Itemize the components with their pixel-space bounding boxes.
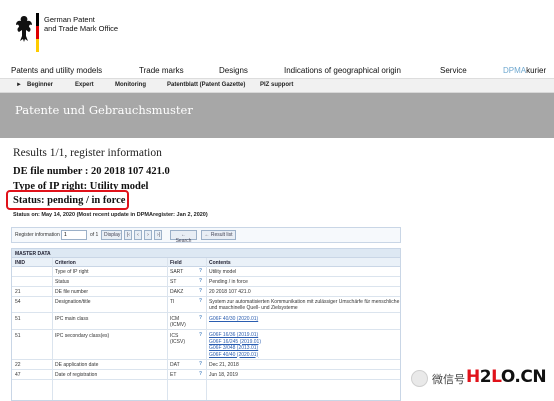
site-header: German Patent and Trade Mark Office	[0, 0, 554, 62]
ipc-secondary-class-link[interactable]: G06F 40/40 (2020.01)	[209, 352, 258, 359]
watermark-logo-tail: O.CN	[500, 367, 547, 387]
master-data-table: MASTER DATA INID Criterion Field Content…	[11, 248, 401, 401]
column-header-criterion: Criterion	[55, 260, 76, 266]
register-toolbar: Register information of 1 Display |‹ ‹ ›…	[11, 227, 401, 244]
status-highlight-box	[6, 190, 129, 210]
row-criterion: Date of registration	[55, 372, 98, 378]
column-header-contents: Contents	[209, 260, 231, 266]
help-icon[interactable]: ?	[199, 288, 202, 295]
row-contents: Dec 21, 2018	[209, 362, 239, 368]
row-inid: 51	[15, 316, 21, 322]
column-header-inid: INID	[15, 260, 25, 266]
row-field: TI	[170, 299, 175, 305]
main-navigation: Patents and utility models Trade marks D…	[0, 62, 554, 79]
column-divider	[206, 258, 207, 400]
row-field: DAT	[170, 362, 180, 368]
row-inid: 47	[15, 372, 21, 378]
row-field-version: (ICMV)	[170, 322, 186, 328]
display-button[interactable]: Display	[101, 230, 122, 240]
nav-dpmakurier[interactable]: DPMAkurier	[503, 66, 546, 75]
previous-page-button[interactable]: ‹	[134, 230, 142, 240]
subnav-patentblatt[interactable]: Patentblatt (Patent Gazette)	[167, 82, 245, 88]
column-divider	[167, 258, 168, 400]
row-criterion: Type of IP right	[55, 269, 89, 275]
help-icon[interactable]: ?	[199, 371, 202, 378]
row-criterion: DE application date	[55, 362, 99, 368]
row-inid: 51	[15, 333, 21, 339]
active-arrow-icon: ►	[16, 82, 22, 88]
office-name[interactable]: German Patent and Trade Mark Office	[44, 15, 164, 33]
sub-navigation: ► Beginner Expert Monitoring Patentblatt…	[0, 79, 554, 93]
row-contents-line2: und maschinelle Quell- und Zielsysteme	[209, 305, 298, 311]
results-title: Results 1/1, register information	[13, 147, 162, 159]
row-contents: Jun 18, 2019	[209, 372, 238, 378]
watermark: 微信号 H2LO.CN	[408, 363, 554, 393]
page-number-input[interactable]	[61, 230, 87, 240]
subnav-beginner[interactable]: Beginner	[27, 82, 53, 88]
row-contents: Pending / in force	[209, 279, 248, 285]
row-criterion: DE file number	[55, 289, 89, 295]
last-page-button[interactable]: ›|	[154, 230, 162, 240]
page-banner: Patente und Gebrauchsmuster	[0, 93, 554, 138]
row-inid: 22	[15, 362, 21, 368]
page-count-label: of 1	[90, 232, 99, 238]
row-contents: Utility model	[209, 269, 237, 275]
wechat-icon	[411, 370, 428, 387]
back-to-result-list-button[interactable]: ← Result list	[201, 230, 236, 240]
nav-service[interactable]: Service	[440, 66, 467, 75]
register-information-label: Register information	[15, 232, 60, 238]
watermark-logo-l: L	[491, 367, 501, 387]
master-data-heading: MASTER DATA	[12, 249, 400, 258]
watermark-logo-h: H	[466, 367, 480, 387]
dpmakurier-suffix: kurier	[526, 66, 547, 75]
row-field: SART	[170, 269, 184, 275]
subnav-piz-support[interactable]: PIZ support	[260, 82, 293, 88]
subnav-expert[interactable]: Expert	[75, 82, 94, 88]
nav-trade-marks[interactable]: Trade marks	[139, 66, 184, 75]
ipc-main-class-link[interactable]: G06F 40/30 (2020.01)	[209, 316, 258, 323]
office-name-line2: and Trade Mark Office	[44, 24, 119, 33]
row-criterion: IPC main class	[55, 316, 89, 322]
row-field-version: (ICSV)	[170, 339, 185, 345]
first-page-button[interactable]: |‹	[124, 230, 132, 240]
dpmakurier-prefix: DPMA	[503, 66, 527, 75]
row-field: DAKZ	[170, 289, 184, 295]
file-number-heading: DE file number : 20 2018 107 421.0	[13, 166, 170, 177]
row-inid: 21	[15, 289, 21, 295]
watermark-logo-2: 2	[479, 367, 492, 387]
office-name-line1: German Patent	[44, 15, 95, 24]
german-flag-stripe	[36, 13, 39, 52]
column-divider	[52, 258, 53, 400]
row-field: ST	[170, 279, 177, 285]
next-page-button[interactable]: ›	[144, 230, 152, 240]
row-criterion: Status	[55, 279, 70, 285]
help-icon[interactable]: ?	[199, 298, 202, 305]
subnav-monitoring[interactable]: Monitoring	[115, 82, 146, 88]
watermark-cn-text: 微信号	[432, 374, 465, 386]
help-icon[interactable]: ?	[199, 361, 202, 368]
row-criterion: IPC secondary class(es)	[55, 333, 110, 339]
watermark-logo: H2LO.CN	[466, 367, 547, 387]
federal-eagle-logo[interactable]	[14, 14, 34, 44]
row-contents: 20 2018 107 421.0	[209, 289, 251, 295]
column-header-field: Field	[170, 260, 182, 266]
help-icon[interactable]: ?	[199, 315, 202, 322]
help-icon[interactable]: ?	[199, 332, 202, 339]
row-criterion: Designation/title	[55, 299, 91, 305]
row-inid: 54	[15, 299, 21, 305]
help-icon[interactable]: ?	[199, 268, 202, 275]
nav-patents-utility-models[interactable]: Patents and utility models	[11, 66, 102, 75]
status-detail: Status on: May 14, 2020 (Most recent upd…	[13, 212, 208, 218]
nav-designs[interactable]: Designs	[219, 66, 248, 75]
banner-title: Patente und Gebrauchsmuster	[15, 103, 193, 117]
row-field: ET	[170, 372, 177, 378]
nav-geographical-indications[interactable]: Indications of geographical origin	[284, 66, 401, 75]
help-icon[interactable]: ?	[199, 278, 202, 285]
back-to-search-button[interactable]: ← Search	[170, 230, 197, 244]
